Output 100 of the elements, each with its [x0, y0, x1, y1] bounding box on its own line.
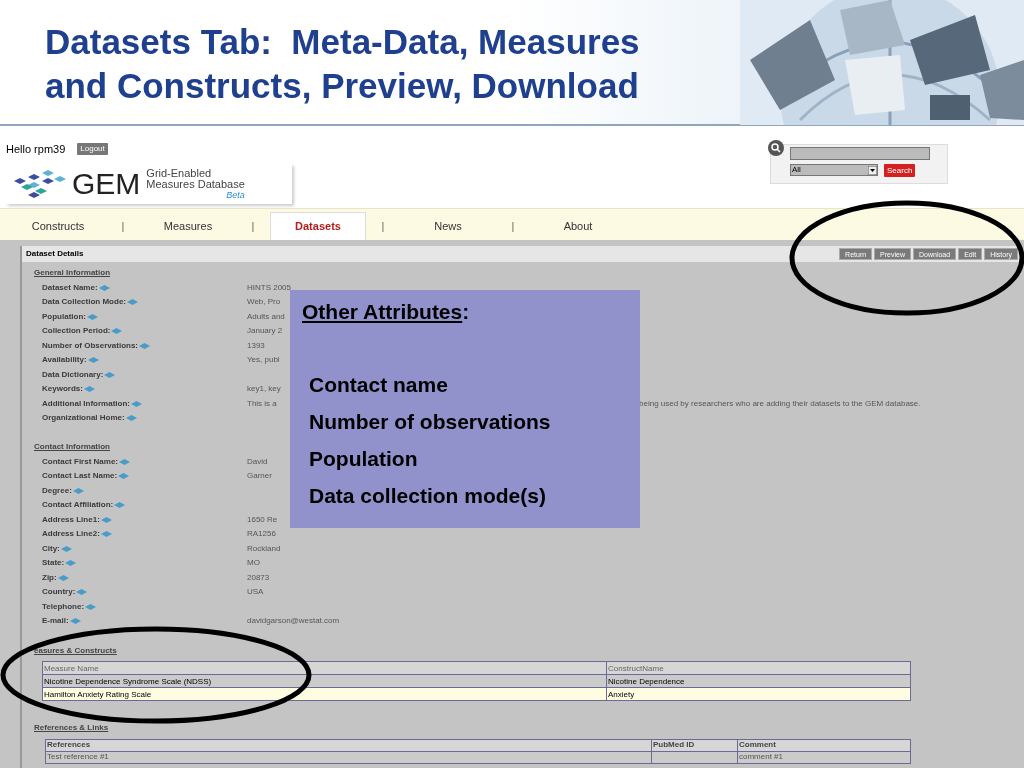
field-value: Rockland — [247, 542, 281, 555]
info-icon[interactable] — [85, 603, 97, 610]
info-icon[interactable] — [139, 342, 150, 349]
logo-subtitle: Grid-Enabled — [146, 167, 213, 179]
table-cell: Nicotine Dependence — [606, 674, 911, 688]
info-icon[interactable] — [57, 574, 69, 581]
tab-separator: | — [120, 219, 126, 234]
info-icon[interactable] — [72, 487, 84, 494]
callout-title: Other Attributes: — [302, 299, 471, 325]
table-cell: comment #1 — [737, 751, 911, 763]
field-value: January 2 — [247, 325, 283, 337]
field-label: State: — [42, 557, 65, 569]
table-cell: Test reference #1 — [45, 751, 652, 763]
field-value: David — [247, 455, 268, 468]
table-cell: Hamilton Anxiety Rating Scale — [42, 687, 607, 701]
field-label: Country: — [42, 586, 76, 598]
search-field[interactable] — [790, 147, 930, 160]
field-label: Address Line2: — [42, 528, 100, 540]
field-value: being used by researchers who are adding their datasets to the GEM database. — [639, 397, 921, 410]
table-cell: Nicotine Dependence Syndrome Scale (NDSS) — [42, 674, 607, 688]
field-label: Zip: — [42, 571, 57, 584]
info-icon[interactable] — [100, 516, 112, 523]
field-label: City: — [42, 542, 60, 555]
field-label: Contact Last Name: — [42, 470, 118, 482]
field-label: Contact Affiliation: — [42, 499, 114, 511]
field-label: Population: — [42, 310, 86, 323]
field-label: Additional Information: — [42, 397, 130, 410]
beta-label: Beta — [226, 189, 245, 200]
info-icon[interactable] — [76, 589, 88, 596]
field-value: key1, key — [247, 383, 281, 395]
info-icon[interactable] — [114, 502, 126, 509]
field-value: Garner — [247, 470, 272, 482]
nav-tab[interactable]: Measures — [140, 212, 236, 240]
info-icon[interactable] — [131, 400, 142, 407]
column-header: PubMed ID — [651, 739, 738, 751]
info-icon[interactable] — [125, 415, 137, 422]
field-value: USA — [247, 586, 264, 598]
callout-item: Population — [309, 446, 419, 472]
info-icon[interactable] — [98, 284, 110, 291]
field-value: 1393 — [247, 339, 265, 352]
section-heading: References & Links — [34, 722, 109, 734]
slide-title: and Constructs, Preview, Download — [45, 65, 640, 107]
field-label: Dataset Name: — [42, 281, 98, 294]
info-icon[interactable] — [83, 386, 95, 393]
field-value: Adults and — [247, 310, 285, 323]
field-value: HINTS 2005 — [247, 281, 292, 294]
search-icon[interactable] — [768, 140, 784, 156]
field-label: E-mail: — [42, 615, 69, 627]
field-label: Organizational Home: — [42, 412, 125, 424]
tab-separator: | — [510, 219, 516, 234]
field-value: Yes, publ — [247, 354, 280, 366]
greeting-text: Hello rpm39 — [6, 142, 66, 157]
callout-item: Data collection mode(s) — [309, 483, 547, 509]
column-header: References — [45, 739, 652, 751]
field-label: Data Collection Mode: — [42, 296, 126, 308]
column-header: Measure Name — [42, 661, 607, 675]
tab-separator: | — [250, 219, 256, 234]
field-value: 1650 Re — [247, 513, 278, 526]
column-header: Comment — [737, 739, 911, 751]
info-icon[interactable] — [127, 299, 138, 306]
field-value: This is a — [247, 397, 277, 410]
info-icon[interactable] — [87, 357, 99, 364]
info-icon[interactable] — [60, 545, 72, 552]
nav-tab[interactable]: Constructs — [10, 212, 106, 240]
field-label: Availability: — [42, 354, 87, 366]
field-value: MO — [247, 557, 260, 569]
section-heading: easures & Constructs — [34, 644, 117, 657]
field-value: 20873 — [247, 571, 270, 584]
logout-button[interactable]: Logout — [77, 143, 108, 156]
nav-tab[interactable]: News — [400, 212, 496, 240]
callout-item: Number of observations — [309, 409, 552, 435]
scope-dropdown[interactable]: All — [790, 164, 878, 176]
field-value: Web, Pro — [247, 296, 281, 308]
info-icon[interactable] — [100, 531, 112, 538]
field-label: Data Dictionary: — [42, 368, 104, 381]
logo-icon — [14, 168, 66, 199]
info-icon[interactable] — [69, 618, 81, 625]
logo-wordmark: GEM — [72, 168, 141, 199]
section-heading: General Information — [34, 267, 110, 279]
panel-title: Dataset Details — [26, 248, 84, 260]
callout-item: Contact name — [309, 372, 449, 398]
caret-icon — [868, 165, 877, 175]
field-label: Number of Observations: — [42, 339, 138, 352]
info-icon[interactable] — [87, 313, 98, 320]
info-icon[interactable] — [119, 458, 130, 465]
field-label: Telephone: — [42, 600, 85, 613]
info-icon[interactable] — [65, 560, 77, 567]
field-label: Keywords: — [42, 383, 83, 395]
tab-separator: | — [380, 219, 386, 234]
column-header: ConstructName — [606, 661, 911, 675]
nav-tab[interactable]: About — [530, 212, 626, 240]
logo-subtitle: Measures Database — [146, 178, 245, 190]
info-icon[interactable] — [111, 328, 123, 335]
info-icon[interactable] — [104, 371, 116, 378]
search-button[interactable]: Search — [884, 164, 916, 177]
nav-tab[interactable]: Datasets — [270, 212, 366, 240]
field-value: davidgarson@westat.com — [247, 615, 340, 627]
field-label: Contact First Name: — [42, 455, 118, 468]
field-label: Degree: — [42, 484, 72, 497]
info-icon[interactable] — [118, 473, 130, 480]
